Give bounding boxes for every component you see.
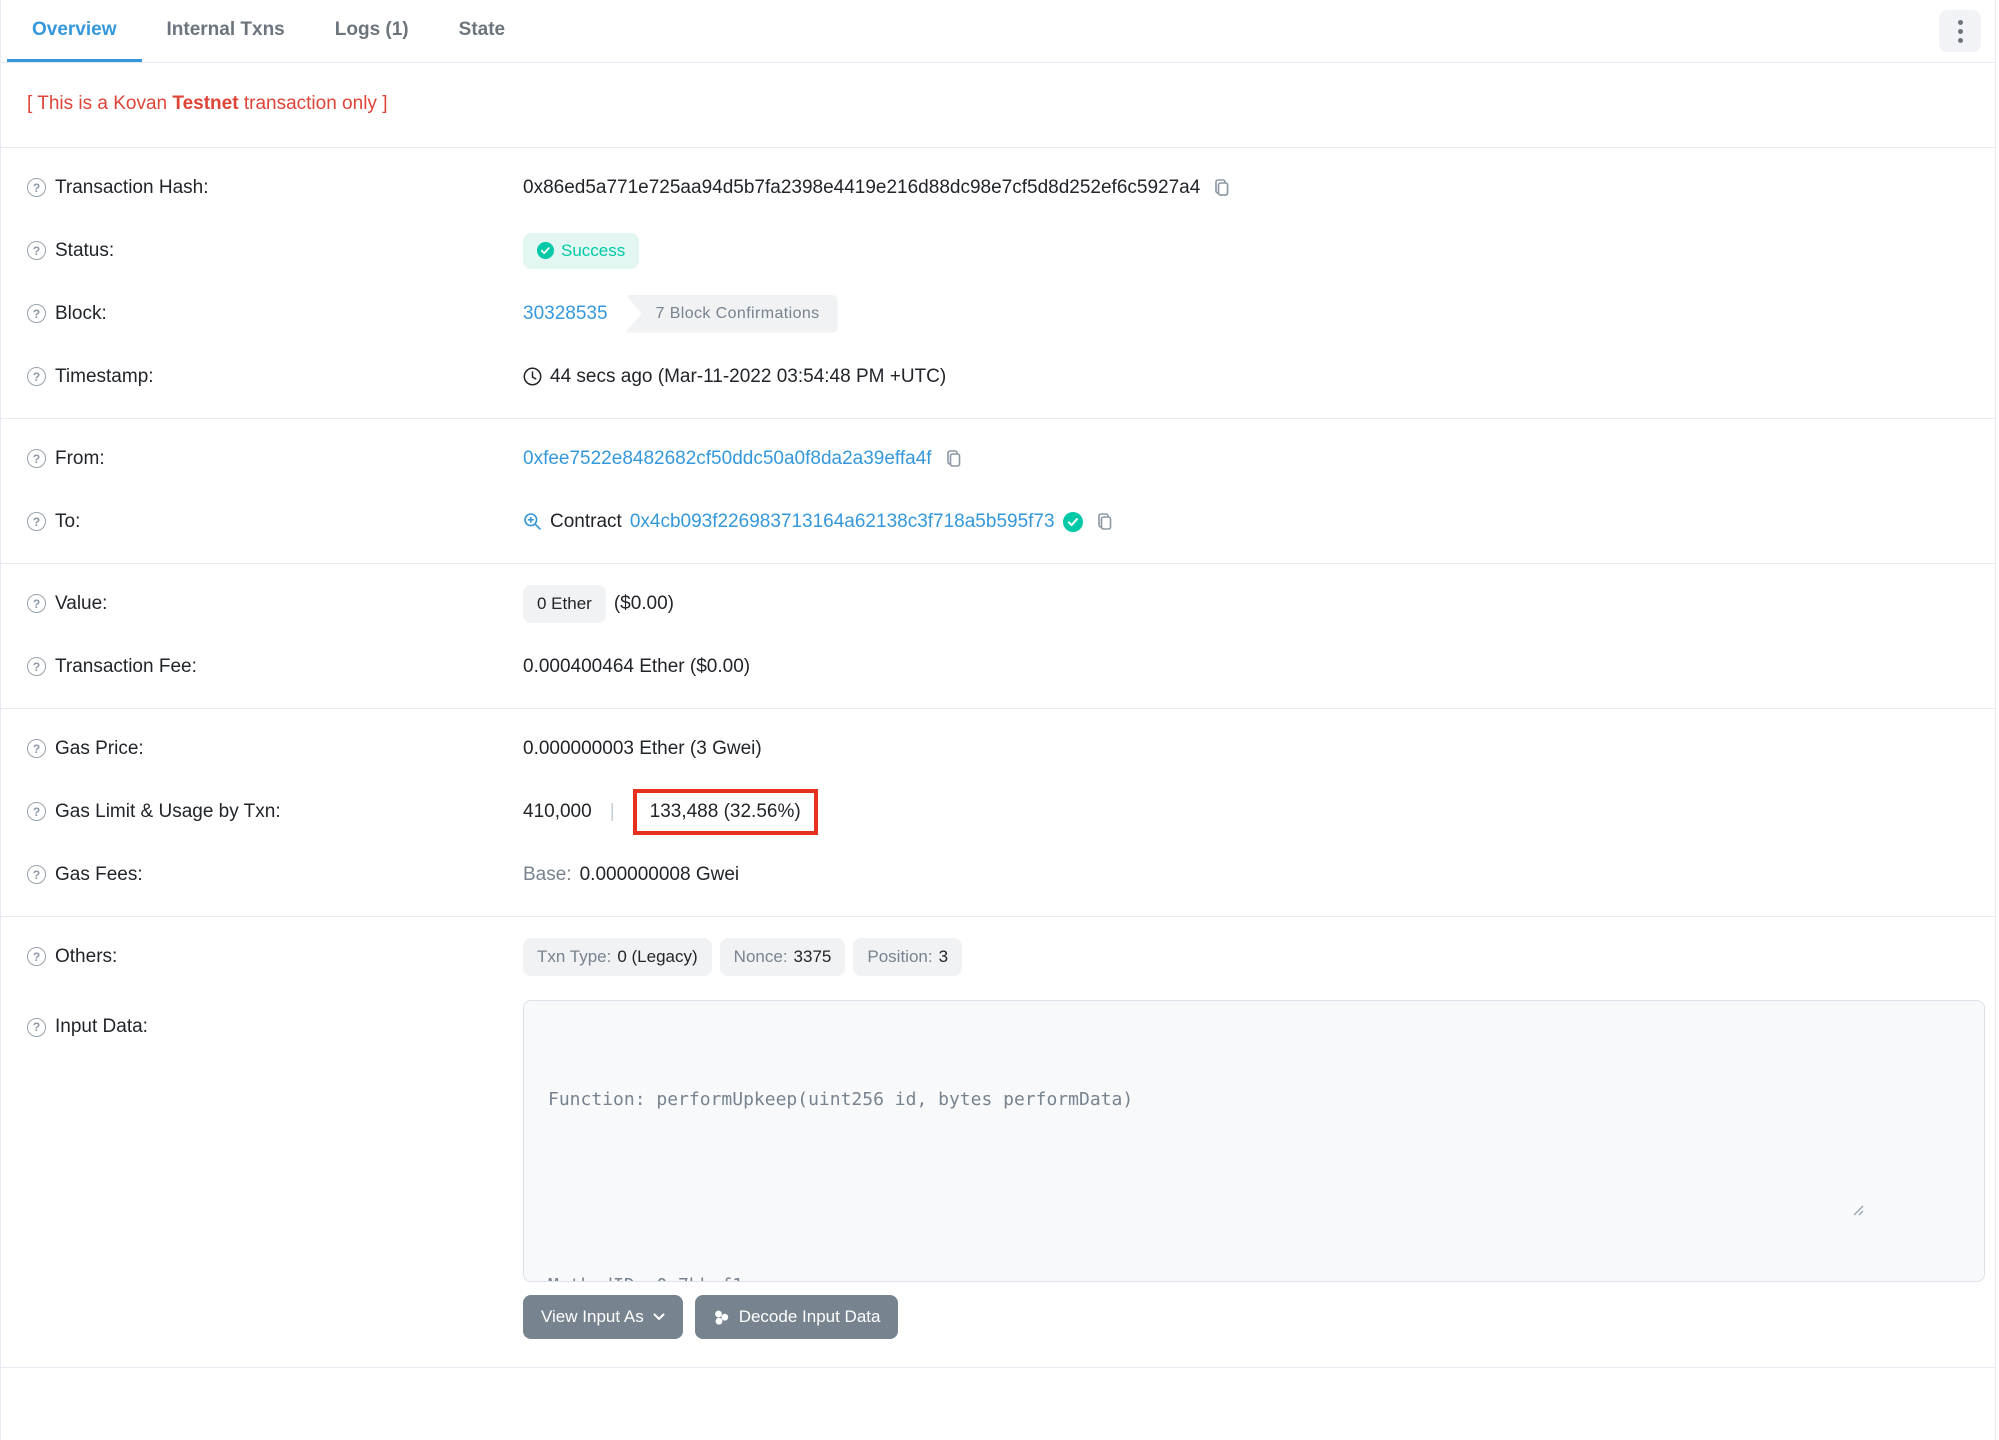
help-icon[interactable]: ?	[27, 178, 46, 197]
decode-icon	[714, 1310, 728, 1325]
to-contract-label: Contract	[550, 510, 622, 532]
to-address-link[interactable]: 0x4cb093f226983713164a62138c3f718a5b595f…	[630, 511, 1055, 533]
status-badge: Success	[523, 232, 640, 269]
tab-overview[interactable]: Overview	[7, 0, 142, 62]
more-options-button[interactable]	[1939, 10, 1981, 52]
row-label: Gas Fees:	[55, 863, 143, 885]
row-input-data: ? Input Data: Function: performUpkeep(ui…	[27, 1000, 1985, 1339]
help-icon[interactable]: ?	[27, 512, 46, 531]
copy-icon[interactable]	[1212, 178, 1232, 198]
verified-check-icon	[1062, 511, 1083, 532]
gas-usage-value: 133,488 (32.56%)	[649, 800, 801, 822]
vertical-ellipsis-icon	[1957, 19, 1963, 43]
from-address-link[interactable]: 0xfee7522e8482682cf50ddc50a0f8da2a39effa…	[523, 448, 932, 470]
row-label: To:	[55, 510, 81, 532]
clock-icon	[523, 367, 542, 386]
gas-base-label: Base:	[523, 863, 572, 885]
row-label: Gas Limit & Usage by Txn:	[55, 800, 281, 822]
help-icon[interactable]: ?	[27, 947, 46, 966]
txn-type-badge: Txn Type: 0 (Legacy)	[523, 937, 712, 976]
copy-icon[interactable]	[1095, 512, 1115, 532]
section-parties: ? From: 0xfee7522e8482682cf50ddc50a0f8da…	[1, 419, 1995, 563]
row-label: Block:	[55, 302, 107, 324]
tab-logs[interactable]: Logs (1)	[310, 0, 434, 62]
section-gas: ? Gas Price: 0.000000003 Ether (3 Gwei) …	[1, 709, 1995, 916]
help-icon[interactable]: ?	[27, 304, 46, 323]
check-circle-icon	[537, 242, 554, 259]
timestamp-value: 44 secs ago (Mar-11-2022 03:54:48 PM +UT…	[550, 365, 947, 387]
row-gas-limit-usage: ? Gas Limit & Usage by Txn: 410,000 | 13…	[27, 780, 1969, 843]
help-icon[interactable]: ?	[27, 657, 46, 676]
ether-value-badge: 0 Ether	[523, 584, 606, 623]
row-label: Transaction Fee:	[55, 655, 197, 677]
input-function-line: Function: performUpkeep(uint256 id, byte…	[548, 1089, 1134, 1110]
row-value: ? Value: 0 Ether ($0.00)	[27, 572, 1969, 635]
help-icon[interactable]: ?	[27, 865, 46, 884]
zoom-in-icon[interactable]	[523, 512, 542, 531]
block-number-link[interactable]: 30328535	[523, 303, 608, 325]
help-icon[interactable]: ?	[27, 802, 46, 821]
row-label: From:	[55, 447, 105, 469]
gas-price-value: 0.000000003 Ether (3 Gwei)	[523, 737, 762, 759]
row-timestamp: ? Timestamp: 44 secs ago (Mar-11-2022 03…	[27, 345, 1969, 408]
row-transaction-hash: ? Transaction Hash: 0x86ed5a771e725aa94d…	[27, 156, 1969, 219]
row-transaction-fee: ? Transaction Fee: 0.000400464 Ether ($0…	[27, 635, 1969, 698]
tab-bar: Overview Internal Txns Logs (1) State	[1, 0, 1995, 63]
section-others: ? Others: Txn Type: 0 (Legacy) Nonce: 3375…	[1, 917, 1995, 1349]
decode-input-data-button[interactable]: Decode Input Data	[694, 1295, 899, 1339]
row-from: ? From: 0xfee7522e8482682cf50ddc50a0f8da…	[27, 427, 1969, 490]
highlight-box: 133,488 (32.56%)	[632, 788, 818, 835]
row-block: ? Block: 30328535 7 Block Confirmations	[27, 282, 1969, 345]
gas-base-value: 0.000000008 Gwei	[579, 863, 740, 885]
resize-handle[interactable]	[1851, 1141, 1981, 1278]
row-others: ? Others: Txn Type: 0 (Legacy) Nonce: 3375…	[27, 925, 1969, 988]
block-confirmations-badge: 7 Block Confirmations	[625, 294, 838, 333]
row-label: Others:	[55, 945, 118, 967]
help-icon[interactable]: ?	[27, 1017, 46, 1037]
row-to: ? To: Contract 0x4cb093f226983713164a621…	[27, 490, 1969, 553]
row-label: Input Data:	[55, 1016, 148, 1037]
help-icon[interactable]: ?	[27, 241, 46, 260]
divider	[1, 1367, 1995, 1368]
input-methodid-line: MethodID: 0x7bbaf1ea	[548, 1270, 1960, 1281]
tab-internal-txns[interactable]: Internal Txns	[142, 0, 310, 62]
testnet-notice: [ This is a Kovan Testnet transaction on…	[27, 93, 388, 114]
row-label: Timestamp:	[55, 365, 154, 387]
row-label: Status:	[55, 239, 115, 261]
position-badge: Position: 3	[853, 937, 963, 976]
row-gas-fees: ? Gas Fees: Base: 0.000000008 Gwei	[27, 843, 1969, 906]
nonce-badge: Nonce: 3375	[719, 937, 846, 976]
input-data-box[interactable]: Function: performUpkeep(uint256 id, byte…	[523, 1000, 1985, 1282]
view-input-as-button[interactable]: View Input As	[523, 1295, 683, 1339]
copy-icon[interactable]	[944, 449, 964, 469]
section-value: ? Value: 0 Ether ($0.00) ? Transaction F…	[1, 564, 1995, 708]
tab-state[interactable]: State	[434, 0, 530, 62]
help-icon[interactable]: ?	[27, 367, 46, 386]
separator: |	[609, 800, 615, 822]
row-label: Transaction Hash:	[55, 176, 209, 198]
gas-limit-value: 410,000	[523, 800, 592, 822]
chevron-down-icon	[653, 1313, 665, 1321]
transaction-hash-value: 0x86ed5a771e725aa94d5b7fa2398e4419e216d8…	[523, 176, 1201, 198]
transaction-card: Overview Internal Txns Logs (1) State [ …	[0, 0, 1996, 1440]
help-icon[interactable]: ?	[27, 594, 46, 613]
help-icon[interactable]: ?	[27, 449, 46, 468]
usd-value: ($0.00)	[613, 592, 675, 614]
row-status: ? Status: Success	[27, 219, 1969, 282]
tabs: Overview Internal Txns Logs (1) State	[7, 0, 530, 62]
row-label: Value:	[55, 592, 108, 614]
transaction-fee-value: 0.000400464 Ether ($0.00)	[523, 655, 751, 677]
help-icon[interactable]: ?	[27, 739, 46, 758]
row-gas-price: ? Gas Price: 0.000000003 Ether (3 Gwei)	[27, 717, 1969, 780]
row-label: Gas Price:	[55, 737, 144, 759]
section-summary: ? Transaction Hash: 0x86ed5a771e725aa94d…	[1, 148, 1995, 418]
